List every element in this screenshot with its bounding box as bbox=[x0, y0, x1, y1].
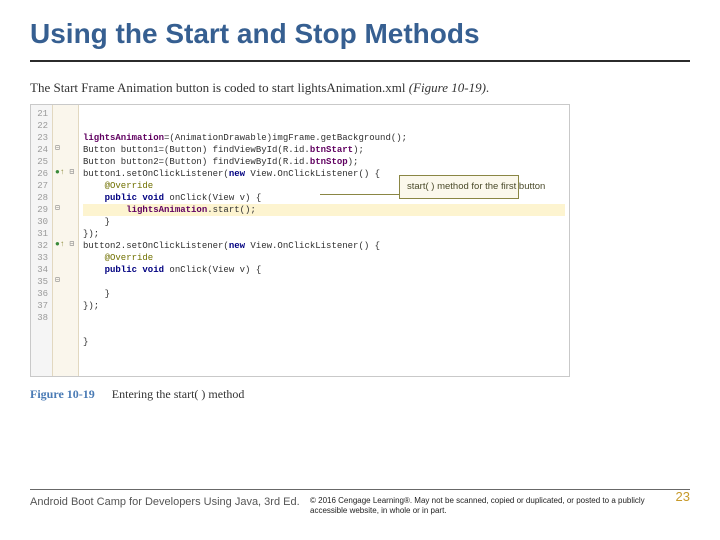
intro-post: . bbox=[486, 80, 489, 95]
code-line: } bbox=[83, 336, 565, 348]
gutter-marker bbox=[55, 312, 76, 324]
line-number: 30 bbox=[31, 216, 48, 228]
line-number: 23 bbox=[31, 132, 48, 144]
intro-pre: The Start Frame Animation button is code… bbox=[30, 80, 409, 95]
line-number: 29 bbox=[31, 204, 48, 216]
gutter-marker: ●↑ ⊟ bbox=[55, 168, 76, 180]
code-editor: 212223242526272829303132333435363738 ⊟ ●↑… bbox=[30, 104, 570, 377]
line-number-gutter: 212223242526272829303132333435363738 bbox=[31, 105, 53, 376]
code-line: public void onClick(View v) { bbox=[83, 264, 565, 276]
gutter-marker: ⊟ bbox=[55, 144, 76, 156]
gutter-marker bbox=[55, 228, 76, 240]
line-number: 37 bbox=[31, 300, 48, 312]
gutter-marker bbox=[55, 300, 76, 312]
footer-book: Android Boot Camp for Developers Using J… bbox=[30, 496, 310, 508]
gutter-marker bbox=[55, 264, 76, 276]
code-line: lightsAnimation=(AnimationDrawable)imgFr… bbox=[83, 132, 565, 144]
footer: Android Boot Camp for Developers Using J… bbox=[30, 489, 690, 516]
figure-number: Figure 10-19 bbox=[30, 387, 95, 401]
gutter-marker bbox=[55, 132, 76, 144]
gutter-marker bbox=[55, 288, 76, 300]
callout-box: start( ) method for the first button bbox=[399, 175, 519, 199]
line-number: 24 bbox=[31, 144, 48, 156]
intro-ref: (Figure 10-19) bbox=[409, 80, 486, 95]
marker-gutter: ⊟ ●↑ ⊟ ⊟ ●↑ ⊟ ⊟ bbox=[53, 105, 79, 376]
line-number: 38 bbox=[31, 312, 48, 324]
code-line: Button button2=(Button) findViewById(R.i… bbox=[83, 156, 565, 168]
gutter-marker bbox=[55, 108, 76, 120]
code-line: lightsAnimation.start(); bbox=[83, 204, 565, 216]
footer-copyright: © 2016 Cengage Learning®. May not be sca… bbox=[310, 496, 690, 516]
line-number: 36 bbox=[31, 288, 48, 300]
gutter-marker bbox=[55, 180, 76, 192]
line-number: 26 bbox=[31, 168, 48, 180]
code-line: button2.setOnClickListener(new View.OnCl… bbox=[83, 240, 565, 252]
figure-caption: Entering the start( ) method bbox=[112, 387, 245, 401]
line-number: 28 bbox=[31, 192, 48, 204]
title-rule bbox=[30, 60, 690, 62]
line-number: 22 bbox=[31, 120, 48, 132]
page-title: Using the Start and Stop Methods bbox=[30, 18, 690, 50]
gutter-marker bbox=[55, 156, 76, 168]
line-number: 34 bbox=[31, 264, 48, 276]
line-number: 33 bbox=[31, 252, 48, 264]
gutter-marker bbox=[55, 120, 76, 132]
code-line: } bbox=[83, 288, 565, 300]
code-line: } bbox=[83, 216, 565, 228]
code-line: }); bbox=[83, 300, 565, 312]
code-line bbox=[83, 324, 565, 336]
gutter-marker bbox=[55, 216, 76, 228]
intro-text: The Start Frame Animation button is code… bbox=[30, 80, 690, 96]
gutter-marker: ●↑ ⊟ bbox=[55, 240, 76, 252]
code-line bbox=[83, 276, 565, 288]
line-number: 35 bbox=[31, 276, 48, 288]
line-number: 21 bbox=[31, 108, 48, 120]
figure-label: Figure 10-19 Entering the start( ) metho… bbox=[30, 387, 690, 402]
gutter-marker bbox=[55, 192, 76, 204]
page-number: 23 bbox=[676, 489, 690, 504]
code-area: lightsAnimation=(AnimationDrawable)imgFr… bbox=[79, 105, 569, 376]
code-line: @Override bbox=[83, 252, 565, 264]
gutter-marker: ⊟ bbox=[55, 204, 76, 216]
gutter-marker bbox=[55, 252, 76, 264]
line-number: 31 bbox=[31, 228, 48, 240]
line-number: 25 bbox=[31, 156, 48, 168]
code-line: Button button1=(Button) findViewById(R.i… bbox=[83, 144, 565, 156]
code-line bbox=[83, 312, 565, 324]
line-number: 32 bbox=[31, 240, 48, 252]
gutter-marker: ⊟ bbox=[55, 276, 76, 288]
code-line: }); bbox=[83, 228, 565, 240]
line-number: 27 bbox=[31, 180, 48, 192]
